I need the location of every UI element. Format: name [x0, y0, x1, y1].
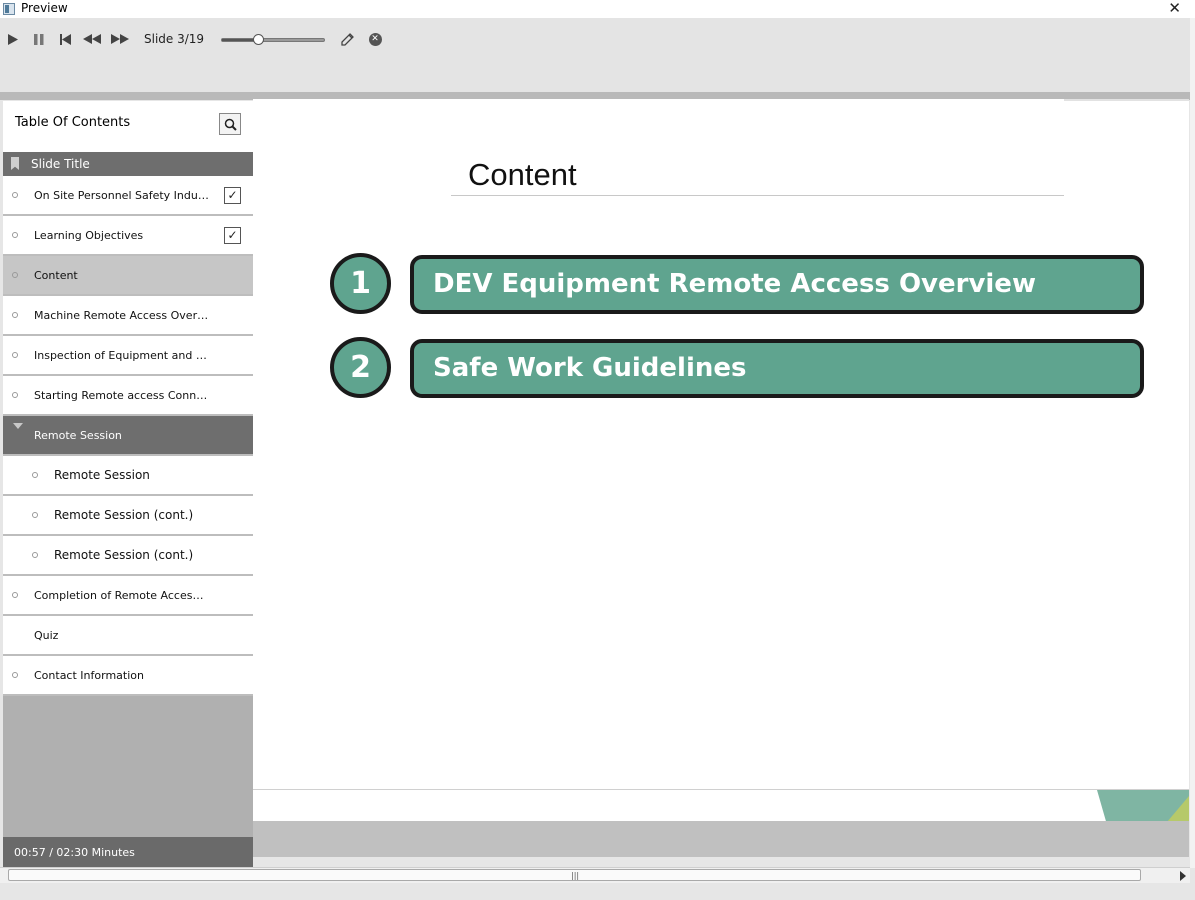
bullet-icon [12, 232, 18, 238]
toc-item-label: Contact Information [34, 669, 144, 682]
pencil-icon [340, 32, 354, 46]
toc-sidebar: Table Of Contents Slide Title On Site Pe… [3, 101, 253, 867]
checkmark-icon: ✓ [224, 187, 241, 204]
toc-item-label: Remote Session (cont.) [54, 508, 194, 522]
play-icon [8, 33, 18, 45]
horizontal-scrollbar[interactable]: ||| [0, 867, 1190, 883]
toc-search-button[interactable] [219, 113, 241, 135]
rewind-icon [83, 34, 101, 44]
skip-to-start-icon [59, 33, 71, 45]
content-item-1[interactable]: DEV Equipment Remote Access Overview [410, 255, 1144, 314]
pause-button[interactable] [32, 31, 46, 47]
item-number-1: 1 [330, 253, 391, 314]
toc-column-label: Slide Title [31, 157, 90, 171]
pen-button[interactable] [340, 31, 354, 47]
slide-title: Content [468, 157, 577, 192]
toc-item-label: Inspection of Equipment and M... [34, 349, 209, 362]
toc-item-label: Content [34, 269, 78, 282]
close-window-button[interactable]: ✕ [1168, 0, 1181, 17]
toc-item[interactable]: Remote Session (cont.) [3, 536, 253, 576]
toc-item[interactable]: Machine Remote Access Overview [3, 296, 253, 336]
toc-item[interactable]: Contact Information [3, 656, 253, 696]
toc-item-label: Remote Session [54, 468, 150, 482]
checkmark-icon: ✓ [224, 227, 241, 244]
progress-slider-thumb[interactable] [252, 34, 264, 45]
toc-list: On Site Personnel Safety Inducti... ✓ Lear… [3, 176, 253, 696]
slide-edge [1064, 99, 1189, 101]
scroll-left-arrow[interactable] [0, 871, 8, 881]
toc-item[interactable]: On Site Personnel Safety Inducti... ✓ [3, 176, 253, 216]
bullet-icon [12, 352, 18, 358]
pause-icon [34, 33, 44, 45]
window-title: Preview [21, 1, 68, 15]
slide-counter: Slide 3/19 [144, 32, 205, 46]
bookmark-icon [11, 157, 19, 170]
item-number-2: 2 [330, 337, 391, 398]
right-edge [1190, 18, 1195, 868]
bullet-icon [12, 192, 18, 198]
toc-item[interactable]: Inspection of Equipment and M... [3, 336, 253, 376]
close-preview-button[interactable]: ✕ [368, 31, 382, 47]
first-slide-button[interactable] [58, 31, 72, 47]
fast-forward-icon [111, 34, 129, 44]
bullet-icon [32, 472, 38, 478]
time-status-bar: 00:57 / 02:30 Minutes [3, 837, 253, 867]
toc-item-label: Machine Remote Access Overview [34, 309, 209, 322]
toc-item[interactable]: Remote Session (cont.) [3, 496, 253, 536]
bullet-icon [12, 592, 18, 598]
bullet-icon [32, 512, 38, 518]
toc-header: Table Of Contents [3, 101, 253, 152]
toc-item-label: On Site Personnel Safety Inducti... [34, 189, 209, 202]
slide-canvas: Content 1 DEV Equipment Remote Access Ov… [253, 99, 1189, 789]
scroll-right-arrow[interactable] [1180, 871, 1186, 881]
bullet-icon [12, 312, 18, 318]
toc-item[interactable]: Completion of Remote Access C... [3, 576, 253, 616]
toc-item[interactable]: Remote Session [3, 416, 253, 456]
toc-item[interactable]: Quiz [3, 616, 253, 656]
content-item-2[interactable]: Safe Work Guidelines [410, 339, 1144, 398]
toc-item[interactable]: Starting Remote access Connecti... [3, 376, 253, 416]
rewind-button[interactable] [82, 31, 102, 47]
toc-item-label: Completion of Remote Access C... [34, 589, 209, 602]
bullet-icon [12, 672, 18, 678]
toc-item[interactable]: Learning Objectives ✓ [3, 216, 253, 256]
toc-item-label: Remote Session (cont.) [54, 548, 194, 562]
bullet-icon [12, 272, 18, 278]
elapsed-time: 00:57 / 02:30 Minutes [14, 846, 135, 859]
bullet-icon [12, 392, 18, 398]
slide-bottom-band [253, 821, 1189, 857]
slide-footer [253, 789, 1189, 821]
toc-item-label: Learning Objectives [34, 229, 144, 242]
fast-forward-button[interactable] [110, 31, 130, 47]
title-divider [451, 195, 1064, 196]
bottom-strip [0, 883, 1195, 900]
window-titlebar: Preview ✕ [0, 0, 1195, 18]
app-icon [3, 3, 15, 15]
toc-item-label: Starting Remote access Connecti... [34, 389, 209, 402]
playback-toolbar: Slide 3/19 ✕ [0, 18, 1195, 92]
scrollbar-grip-icon: ||| [571, 871, 580, 880]
search-icon [224, 118, 237, 131]
play-button[interactable] [6, 31, 20, 47]
close-circle-icon: ✕ [368, 32, 382, 46]
toc-item-label: Quiz [34, 629, 59, 642]
scrollbar-thumb[interactable]: ||| [8, 869, 1141, 881]
toc-item[interactable]: Remote Session [3, 456, 253, 496]
toc-item-label: Remote Session [34, 429, 122, 442]
collapse-triangle-icon[interactable] [13, 423, 23, 429]
toc-item[interactable]: Content [3, 256, 253, 296]
bullet-icon [32, 552, 38, 558]
progress-slider[interactable] [221, 34, 325, 45]
toc-column-header: Slide Title [3, 152, 253, 176]
toc-title: Table Of Contents [15, 115, 131, 130]
